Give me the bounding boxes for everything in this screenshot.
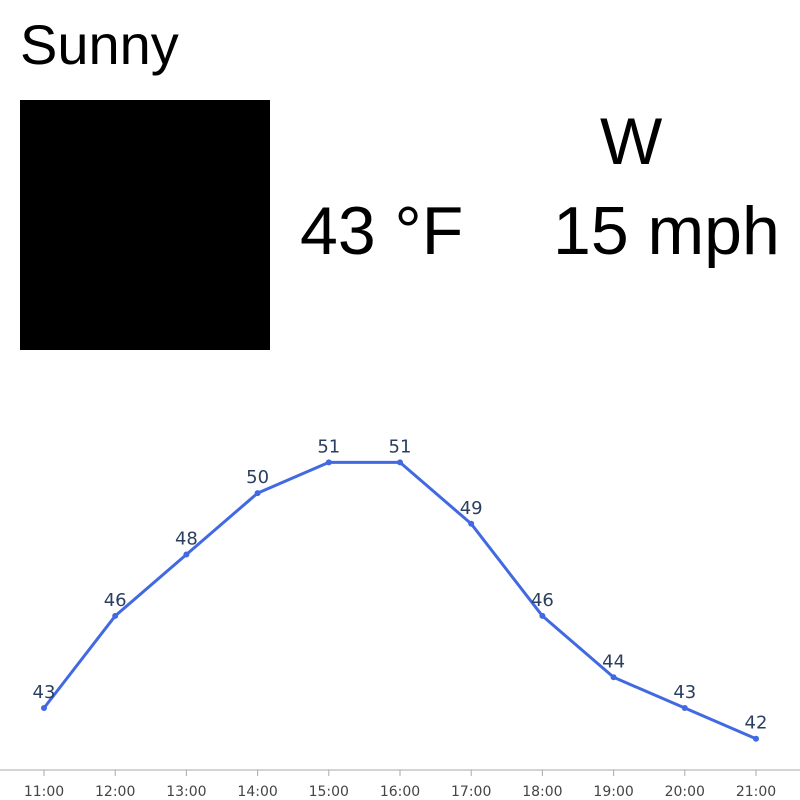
data-label: 42 [745, 713, 768, 734]
x-tick-label: 20:00 [665, 784, 705, 800]
data-point [539, 612, 546, 619]
data-label: 43 [33, 682, 56, 703]
x-tick-label: 16:00 [380, 784, 420, 800]
weather-condition: Sunny [20, 13, 179, 76]
data-point [468, 520, 475, 527]
data-label: 43 [673, 682, 696, 703]
data-point [610, 674, 617, 681]
data-label: 51 [317, 436, 340, 457]
data-point [183, 551, 190, 558]
data-label: 44 [602, 651, 625, 672]
x-tick-label: 21:00 [736, 784, 776, 800]
hourly-temperature-chart: 11:00 12:00 13:00 14:00 15:00 16:00 17:00 18:00… [0, 436, 800, 800]
x-tick-label: 13:00 [166, 784, 206, 800]
data-point [325, 459, 332, 466]
x-tick-label: 14:00 [237, 784, 277, 800]
data-point [254, 490, 261, 497]
data-label: 49 [460, 498, 483, 519]
weather-icon-image [20, 100, 270, 350]
data-point [41, 705, 47, 711]
wind-direction: W [600, 104, 663, 178]
x-tick-label: 11:00 [24, 784, 64, 800]
x-tick-label: 17:00 [451, 784, 491, 800]
x-tick-label: 19:00 [593, 784, 633, 800]
wind-speed: 15 mph [553, 193, 780, 269]
x-tick-label: 12:00 [95, 784, 135, 800]
x-tick-label: 15:00 [309, 784, 349, 800]
data-point [397, 459, 403, 466]
current-temperature: 43 °F [300, 193, 464, 269]
temperature-line [42, 460, 757, 741]
x-tick-label: 18:00 [522, 784, 562, 800]
data-label: 48 [175, 529, 198, 550]
data-label: 50 [246, 467, 269, 488]
x-axis: 11:00 12:00 13:00 14:00 15:00 16:00 17:00 18:00… [0, 769, 800, 800]
data-label: 46 [104, 590, 127, 611]
data-label: 51 [389, 436, 412, 457]
x-axis-ticks: 11:00 12:00 13:00 14:00 15:00 16:00 17:00 18:00… [24, 770, 776, 800]
data-point [112, 612, 119, 619]
data-point [681, 705, 688, 711]
data-labels: 43 46 48 50 51 51 49 46 44 43 42 [33, 436, 768, 733]
data-label: 46 [531, 590, 554, 611]
data-points [41, 459, 759, 742]
data-point [753, 735, 759, 742]
